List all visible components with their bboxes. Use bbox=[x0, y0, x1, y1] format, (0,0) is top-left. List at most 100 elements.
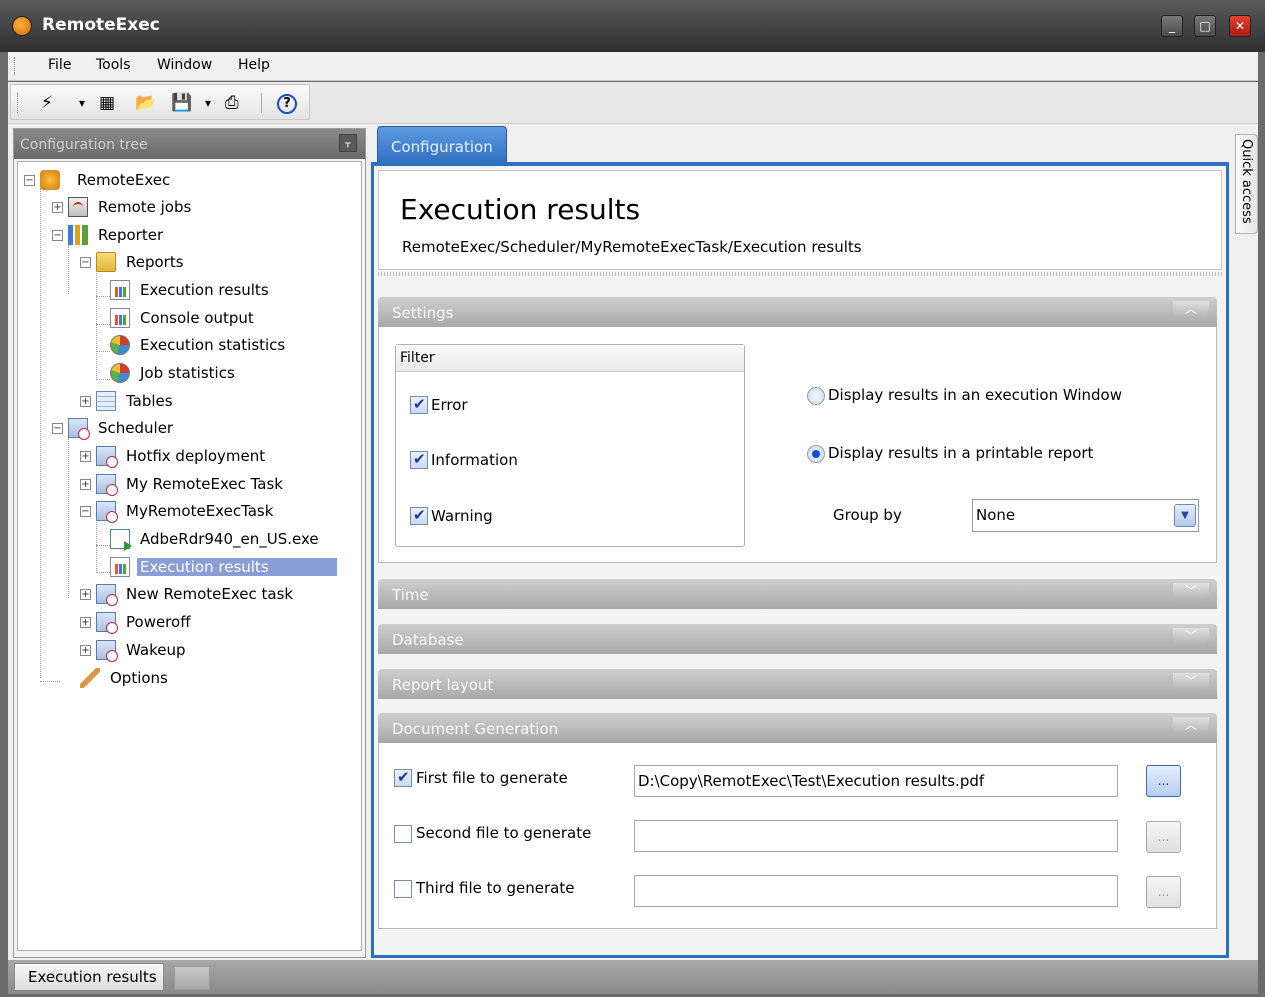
print-icon[interactable]: ⎙ bbox=[225, 94, 239, 112]
filter-group: Filter Error Information Warning bbox=[395, 344, 745, 547]
expand-icon[interactable]: + bbox=[80, 451, 91, 462]
first-file-checkbox[interactable] bbox=[394, 768, 412, 787]
section-document-generation-header[interactable]: Document Generation ︿ bbox=[378, 713, 1217, 743]
section-database-header[interactable]: Database ﹀ bbox=[378, 624, 1217, 654]
toolbar-grip bbox=[17, 93, 20, 113]
tree-node-label: RemoteExec bbox=[77, 171, 171, 189]
execute-icon[interactable]: ⚡ bbox=[41, 94, 53, 112]
tree-node-label: Execution results bbox=[137, 558, 337, 576]
expand-chevron-icon[interactable]: ﹀ bbox=[1173, 673, 1209, 691]
schedule-icon[interactable]: ▦ bbox=[99, 94, 115, 112]
bar-chart-icon bbox=[110, 557, 130, 577]
tab-configuration[interactable]: Configuration bbox=[377, 126, 507, 164]
configuration-tree: − RemoteExec + Remote jobs − Reporter − … bbox=[17, 161, 362, 951]
menu-window[interactable]: Window bbox=[157, 57, 212, 73]
tree-node-label: Execution statistics bbox=[140, 336, 286, 354]
close-button[interactable]: ✕ bbox=[1229, 15, 1251, 37]
tree-node-label: Console output bbox=[140, 309, 254, 327]
collapse-chevron-icon[interactable]: ︿ bbox=[1173, 717, 1209, 735]
expand-chevron-icon[interactable]: ﹀ bbox=[1173, 628, 1209, 646]
expand-icon[interactable]: + bbox=[80, 479, 91, 490]
section-report-layout-header[interactable]: Report layout ﹀ bbox=[378, 669, 1217, 699]
warning-label[interactable]: Warning bbox=[431, 507, 493, 525]
menu-bar: File Tools Window Help bbox=[8, 52, 1258, 81]
splitter[interactable] bbox=[378, 272, 1222, 276]
section-label: Report layout bbox=[392, 676, 494, 694]
third-file-checkbox[interactable] bbox=[394, 880, 412, 898]
remote-jobs-icon bbox=[68, 197, 88, 217]
expand-chevron-icon[interactable]: ﹀ bbox=[1173, 583, 1209, 601]
expand-icon[interactable]: + bbox=[80, 617, 91, 628]
collapse-icon[interactable]: − bbox=[52, 230, 63, 241]
section-label: Settings bbox=[392, 304, 454, 322]
second-file-path-input[interactable] bbox=[634, 820, 1118, 852]
group-by-value: None bbox=[976, 506, 1016, 524]
menu-tools[interactable]: Tools bbox=[96, 57, 131, 73]
second-file-label[interactable]: Second file to generate bbox=[416, 824, 591, 842]
information-checkbox[interactable] bbox=[410, 450, 428, 469]
dropdown-arrow-icon[interactable]: ▾ bbox=[79, 94, 85, 112]
task-icon bbox=[96, 474, 118, 496]
tree-node-label: Poweroff bbox=[126, 613, 191, 631]
chevron-down-icon[interactable]: ▼ bbox=[1174, 504, 1196, 527]
third-file-path-input[interactable] bbox=[634, 875, 1118, 907]
third-file-browse-button[interactable]: ... bbox=[1146, 876, 1181, 908]
first-file-path-input[interactable]: D:\Copy\RemotExec\Test\Execution results… bbox=[634, 765, 1118, 797]
status-text: Execution results bbox=[14, 963, 164, 991]
help-icon[interactable]: ? bbox=[277, 94, 297, 114]
tree-node-label: Wakeup bbox=[126, 641, 186, 659]
wrench-icon bbox=[80, 668, 100, 688]
tree-node-label: Execution results bbox=[140, 281, 269, 299]
pie-chart-icon bbox=[110, 363, 130, 383]
maximize-button[interactable]: □ bbox=[1194, 15, 1216, 37]
section-label: Time bbox=[392, 586, 429, 604]
second-file-browse-button[interactable]: ... bbox=[1146, 821, 1181, 853]
display-execution-window-radio[interactable] bbox=[807, 387, 825, 405]
executable-icon bbox=[110, 529, 132, 551]
tree-node-label: Hotfix deployment bbox=[126, 447, 266, 465]
task-icon bbox=[96, 446, 118, 468]
status-bar: Execution results bbox=[8, 960, 1258, 994]
save-dropdown-arrow-icon[interactable]: ▾ bbox=[205, 94, 211, 112]
tree-panel-header: Configuration tree ᚁ bbox=[14, 129, 365, 159]
display-printable-report-radio[interactable] bbox=[807, 445, 825, 463]
section-time-header[interactable]: Time ﹀ bbox=[378, 579, 1217, 609]
expand-icon[interactable]: + bbox=[80, 396, 91, 407]
expand-icon[interactable]: + bbox=[80, 645, 91, 656]
warning-checkbox[interactable] bbox=[410, 506, 428, 525]
section-settings-body: Filter Error Information Warning Display… bbox=[378, 327, 1217, 563]
bar-chart-icon bbox=[110, 308, 130, 328]
quick-access-tab[interactable]: Quick access bbox=[1235, 134, 1258, 234]
status-panel-empty bbox=[174, 966, 210, 990]
collapse-icon[interactable]: − bbox=[52, 423, 63, 434]
collapse-icon[interactable]: − bbox=[80, 257, 91, 268]
save-icon[interactable]: 💾 bbox=[171, 94, 192, 112]
open-folder-icon[interactable]: 📂 bbox=[135, 94, 156, 112]
error-checkbox[interactable] bbox=[410, 395, 428, 414]
third-file-label[interactable]: Third file to generate bbox=[416, 879, 574, 897]
pin-icon[interactable]: ᚁ bbox=[339, 134, 357, 152]
toolbar: ⚡ ▾ ▦ 📂 💾 ▾ ⎙ ? bbox=[8, 82, 1258, 124]
first-file-label[interactable]: First file to generate bbox=[416, 769, 568, 787]
tree-node-label: MyRemoteExecTask bbox=[126, 502, 274, 520]
information-label[interactable]: Information bbox=[431, 451, 518, 469]
second-file-checkbox[interactable] bbox=[394, 825, 412, 843]
collapse-icon[interactable]: − bbox=[24, 175, 35, 186]
breadcrumb: RemoteExec/Scheduler/MyRemoteExecTask/Ex… bbox=[402, 238, 862, 256]
minimize-button[interactable]: _ bbox=[1161, 15, 1183, 37]
section-label: Database bbox=[392, 631, 464, 649]
menu-file[interactable]: File bbox=[48, 57, 71, 73]
section-settings-header[interactable]: Settings ︿ bbox=[378, 297, 1217, 327]
expand-icon[interactable]: + bbox=[52, 202, 63, 213]
configuration-tree-panel: Configuration tree ᚁ − RemoteExec + Remo… bbox=[13, 128, 366, 958]
first-file-browse-button[interactable]: ... bbox=[1146, 765, 1181, 797]
expand-icon[interactable]: + bbox=[80, 589, 91, 600]
group-by-select[interactable]: None ▼ bbox=[972, 499, 1199, 532]
collapse-chevron-icon[interactable]: ︿ bbox=[1173, 301, 1209, 319]
collapse-icon[interactable]: − bbox=[80, 506, 91, 517]
display-printable-report-label[interactable]: Display results in a printable report bbox=[828, 444, 1093, 462]
error-label[interactable]: Error bbox=[431, 396, 468, 414]
menu-help[interactable]: Help bbox=[238, 57, 270, 73]
display-execution-window-label[interactable]: Display results in an execution Window bbox=[828, 386, 1122, 404]
menu-grip bbox=[14, 57, 17, 75]
